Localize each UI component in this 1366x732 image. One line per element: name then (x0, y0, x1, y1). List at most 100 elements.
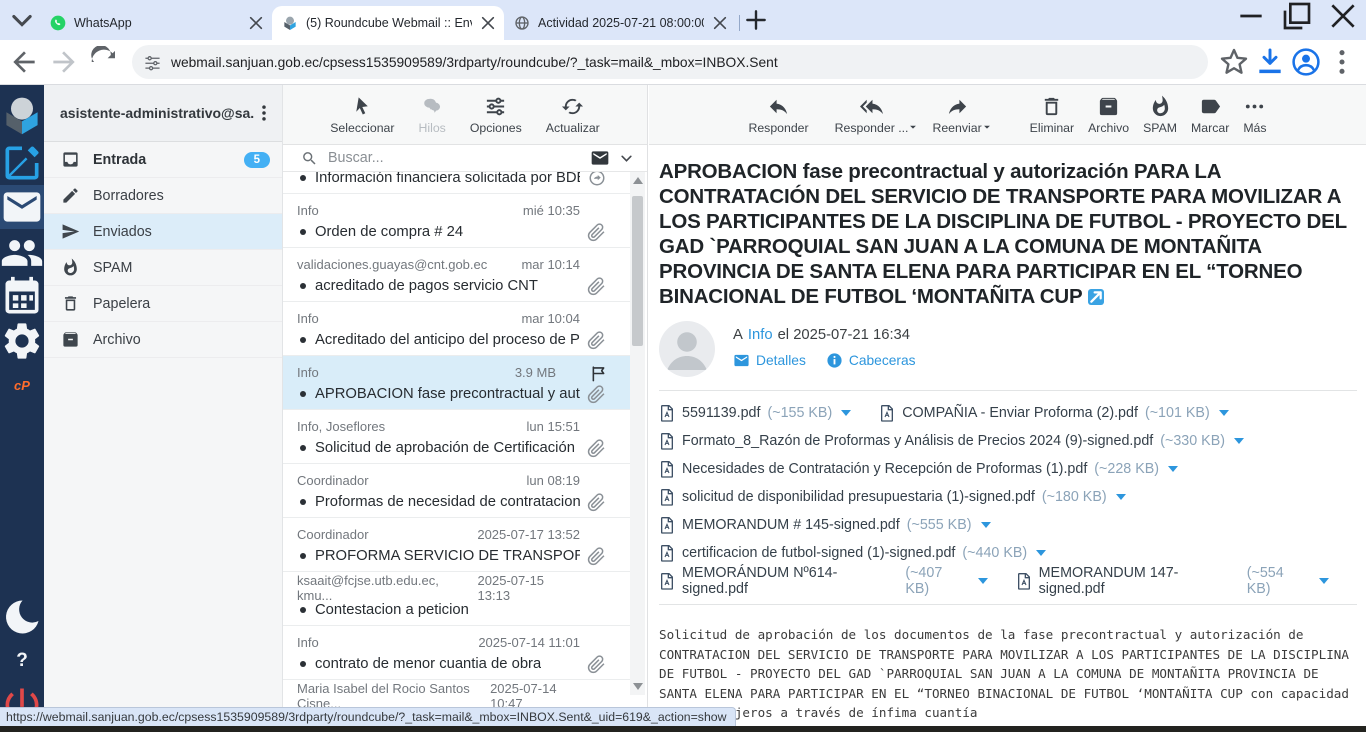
attachment-menu-caret-icon[interactable] (1116, 494, 1126, 500)
tab-whatsapp[interactable]: WhatsApp (40, 6, 272, 40)
search-options-chevron-icon[interactable] (620, 152, 633, 165)
attachment-menu-caret-icon[interactable] (1319, 578, 1329, 584)
spam-button[interactable]: SPAM (1143, 95, 1177, 135)
bookmark-star-icon[interactable] (1218, 46, 1250, 78)
pointer-icon (351, 95, 374, 118)
forward-icon (946, 95, 969, 118)
mark-button[interactable]: Marcar (1191, 95, 1229, 135)
forward-button[interactable]: Reenviar (932, 95, 981, 135)
new-tab-button[interactable] (743, 7, 769, 33)
folder-archivo[interactable]: Archivo (44, 322, 282, 358)
attachment-menu-caret-icon[interactable] (1168, 466, 1178, 472)
cpanel-logo[interactable]: cP (0, 363, 44, 407)
delete-button[interactable]: Eliminar (1030, 95, 1074, 135)
reply-button[interactable]: Responder (748, 95, 808, 135)
message-row-selected[interactable]: Info3.9 MB APROBACION fase precontractua… (283, 356, 632, 410)
attachment-menu-caret-icon[interactable] (1234, 438, 1244, 444)
reply-all-caret-icon[interactable] (908, 122, 918, 132)
select-button[interactable]: Seleccionar (330, 95, 394, 135)
reply-all-button[interactable]: Responder ... (835, 95, 909, 135)
restore-button[interactable] (1274, 0, 1320, 32)
back-button[interactable] (8, 46, 40, 78)
attachment-item[interactable]: MEMORÁNDUM Nº614-signed.pdf (~407 KB) (659, 565, 988, 597)
reply-icon (767, 95, 790, 118)
folder-borradores[interactable]: Borradores (44, 178, 282, 214)
attachment-menu-caret-icon[interactable] (978, 578, 988, 584)
message-subject: Información financiera solicitada por BD… (315, 172, 580, 186)
account-menu-kebab-icon[interactable] (254, 101, 274, 125)
calendar-icon[interactable] (0, 275, 44, 319)
account-email: asistente-administrativo@sa... (60, 105, 254, 121)
address-bar[interactable]: webmail.sanjuan.gob.ec/cpsess1535909589/… (132, 45, 1208, 79)
tab-close-icon[interactable] (712, 15, 728, 31)
unread-dot (300, 445, 306, 451)
folder-papelera[interactable]: Papelera (44, 286, 282, 322)
attachment-item[interactable]: COMPAÑIA - Enviar Proforma (2).pdf (~101… (879, 404, 1228, 422)
url-text[interactable]: webmail.sanjuan.gob.ec/cpsess1535909589/… (171, 55, 1196, 70)
reload-button[interactable] (88, 46, 120, 78)
attachment-item[interactable]: certificacion de futbol-signed (1)-signe… (659, 544, 1046, 562)
help-icon[interactable]: ? (0, 639, 44, 683)
compose-icon[interactable] (0, 141, 44, 185)
external-link-icon[interactable] (1088, 289, 1104, 305)
recipient-link[interactable]: Info (748, 327, 773, 343)
attachment-item[interactable]: MEMORANDUM 147-signed.pdf (~554 KB) (1016, 565, 1329, 597)
tab-search-chevron-icon[interactable] (8, 6, 36, 34)
attachment-menu-caret-icon[interactable] (1036, 550, 1046, 556)
tab-roundcube-active[interactable]: (5) Roundcube Webmail :: Envia (272, 6, 504, 40)
attachment-item[interactable]: MEMORANDUM # 145-signed.pdf (~555 KB) (659, 516, 991, 534)
message-row[interactable]: Info, Josefloreslun 15:51 Solicitud de a… (283, 410, 632, 464)
message-row[interactable]: Infomar 10:04 Acreditado del anticipo de… (283, 302, 632, 356)
forward-button[interactable] (48, 46, 80, 78)
attachment-menu-caret-icon[interactable] (981, 522, 991, 528)
settings-gear-icon[interactable] (0, 319, 44, 363)
tab-close-icon[interactable] (248, 15, 264, 31)
refresh-button[interactable]: Actualizar (546, 95, 600, 135)
site-settings-icon[interactable] (144, 54, 161, 71)
search-input[interactable] (328, 150, 580, 166)
downloads-icon[interactable] (1254, 46, 1286, 78)
message-row-partial[interactable]: Información financiera solicitada por BD… (283, 172, 632, 194)
folder-enviados[interactable]: Enviados (44, 214, 282, 250)
flag-icon (589, 364, 608, 383)
message-row[interactable]: ksaait@fcjse.utb.edu.ec, kmu...2025-07-1… (283, 572, 632, 626)
attachment-item[interactable]: 5591139.pdf (~155 KB) (659, 404, 851, 422)
attachment-item[interactable]: Formato_8_Razón de Proformas y Análisis … (659, 432, 1244, 450)
details-toggle[interactable]: Detalles (733, 352, 806, 369)
archive-button[interactable]: Archivo (1088, 95, 1129, 135)
search-scope-mail-icon[interactable] (590, 148, 610, 168)
mail-icon[interactable] (0, 185, 44, 229)
message-row[interactable]: Infomié 10:35 Orden de compra # 24 (283, 194, 632, 248)
message-row[interactable]: validaciones.guayas@cnt.gob.ecmar 10:14 … (283, 248, 632, 302)
folder-entrada[interactable]: Entrada 5 (44, 142, 282, 178)
tab-actividad[interactable]: Actividad 2025-07-21 08:00:00 (504, 6, 736, 40)
attachment-size: (~440 KB) (962, 545, 1027, 561)
close-window-button[interactable] (1320, 0, 1366, 32)
forward-caret-icon[interactable] (982, 122, 992, 132)
minimize-button[interactable] (1228, 0, 1274, 32)
account-header[interactable]: asistente-administrativo@sa... (44, 85, 282, 142)
message-row[interactable]: Info2025-07-14 11:01 contrato de menor c… (283, 626, 632, 680)
profile-avatar-icon[interactable] (1290, 46, 1322, 78)
threads-button[interactable]: Hilos (418, 95, 445, 135)
browser-menu-kebab-icon[interactable] (1326, 46, 1358, 78)
more-button[interactable]: Más (1243, 95, 1266, 135)
options-button[interactable]: Opciones (470, 95, 522, 135)
unread-dot (300, 553, 306, 559)
dark-mode-moon-icon[interactable] (0, 595, 44, 639)
scroll-down-arrow[interactable] (633, 683, 643, 690)
attachment-menu-caret-icon[interactable] (1219, 410, 1229, 416)
message-row[interactable]: Coordinadorlun 08:19 Proformas de necesi… (283, 464, 632, 518)
trash-icon (61, 294, 80, 313)
scrollbar-thumb[interactable] (632, 196, 643, 346)
attachment-menu-caret-icon[interactable] (841, 410, 851, 416)
tab-close-icon[interactable] (480, 15, 496, 31)
attachment-item[interactable]: solicitud de disponibilidad presupuestar… (659, 488, 1126, 506)
list-scrollbar[interactable] (630, 172, 645, 695)
contacts-icon[interactable] (0, 231, 44, 275)
folder-spam[interactable]: SPAM (44, 250, 282, 286)
message-row[interactable]: Coordinador2025-07-17 13:52 PROFORMA SER… (283, 518, 632, 572)
scroll-up-arrow[interactable] (633, 177, 643, 184)
headers-toggle[interactable]: Cabeceras (826, 352, 916, 369)
attachment-item[interactable]: Necesidades de Contratación y Recepción … (659, 460, 1178, 478)
